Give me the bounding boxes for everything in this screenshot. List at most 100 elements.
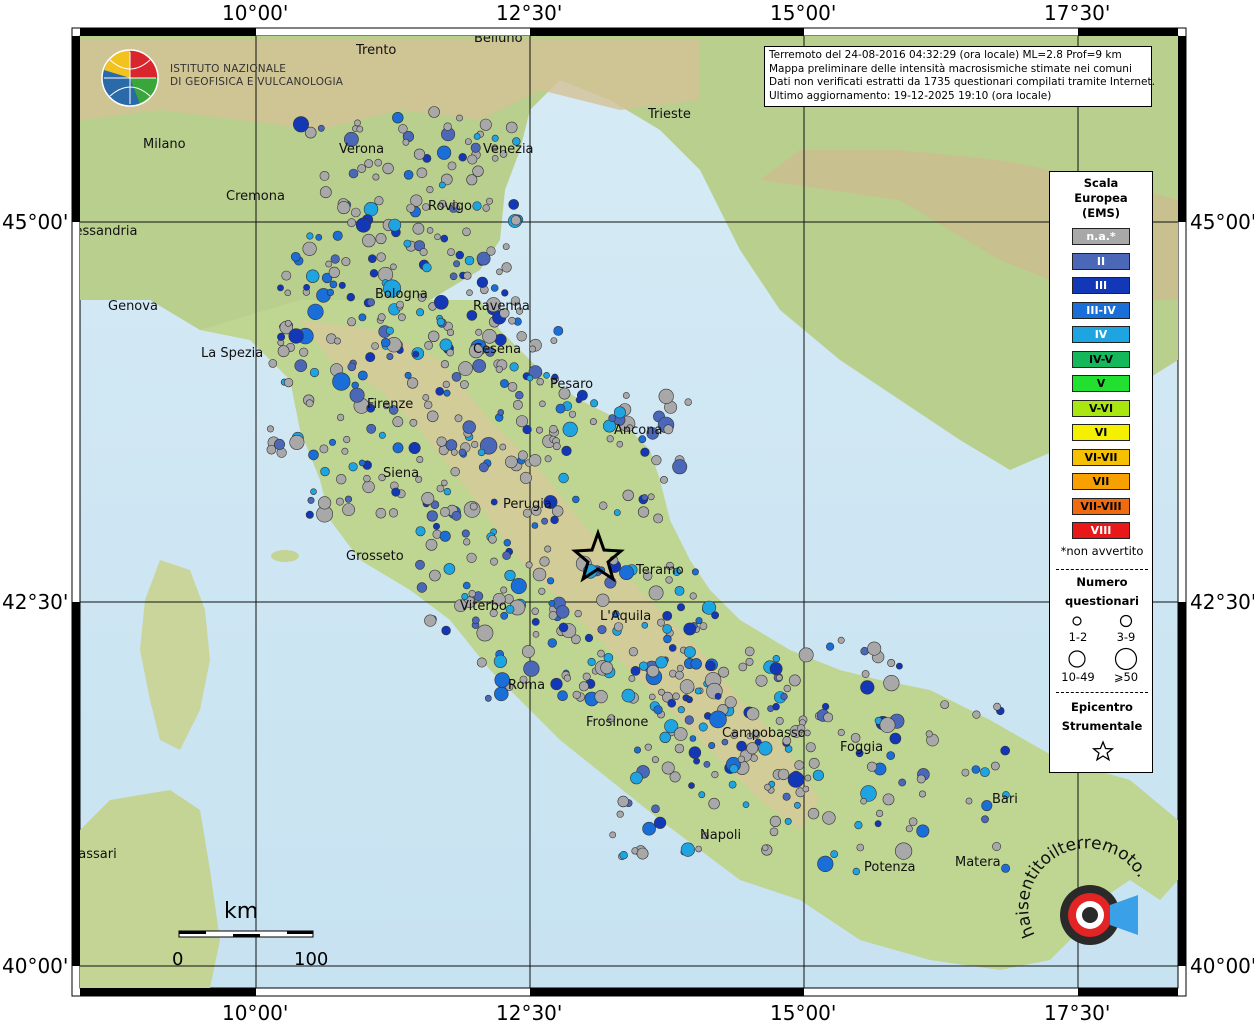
observation-dot [416,308,425,317]
observation-dot [821,702,830,711]
intensity-legend: Scala Europea (EMS) n.a.* II III III-IV IV IV… [1049,171,1153,773]
observation-dot [367,254,377,264]
observation-dot [424,340,433,350]
city-label: Trieste [647,107,691,122]
observation-dot [600,661,614,675]
observation-dot [656,618,665,627]
observation-dot [550,677,563,691]
size-label: 3-9 [1116,630,1136,644]
lat-label-left: 45°00' [2,210,68,234]
observation-dot [685,696,693,704]
observation-dot [641,494,649,501]
observation-dot [548,611,558,620]
city-label: Frosinone [586,715,648,730]
observation-dot [471,440,479,449]
observation-dot [476,657,487,668]
observation-dot [266,425,274,433]
observation-dot [364,159,374,168]
observation-dot [516,331,527,342]
observation-dot [485,197,493,205]
observation-dot [433,294,449,310]
observation-dot [889,732,902,745]
observation-dot [535,426,543,434]
observation-dot [333,337,341,345]
observation-dot [396,300,404,309]
observation-dot [451,371,462,382]
observation-dot [886,751,896,760]
observation-dot [471,616,480,625]
observation-dot [691,568,699,576]
observation-dot [309,367,320,378]
observation-dot [918,790,926,798]
observation-dot [376,252,386,262]
observation-dot [557,690,568,702]
observation-dot [746,707,760,721]
observation-dot [651,804,660,814]
observation-dot [646,664,660,678]
observation-dot [539,400,546,408]
observation-dot [458,448,467,457]
observation-dot [708,797,720,810]
observation-dot [319,170,330,181]
observation-dot [965,797,973,805]
observation-dot [458,361,473,376]
legend-swatch: IV-V [1072,350,1130,368]
observation-dot [896,662,903,670]
observation-dot [653,513,663,524]
observation-dot [582,672,591,681]
observation-dot [347,218,356,228]
observation-dot [972,710,981,719]
observation-dot [419,248,428,257]
observation-dot [860,680,875,695]
observation-dot [558,622,569,633]
observation-dot [510,215,522,226]
observation-dot [374,158,383,167]
observation-dot [628,675,636,682]
observation-dot [392,416,404,428]
observation-dot [347,317,357,327]
observation-dot [341,257,351,267]
observation-dot [382,162,394,175]
observation-dot [439,506,450,517]
elba [271,550,299,562]
observation-dot [479,118,492,131]
observation-dot [812,769,825,781]
observation-dot [469,502,478,511]
observation-dot [642,821,656,836]
observation-dot [472,359,487,373]
observation-dot [403,170,414,180]
observation-dot [619,850,628,860]
observation-dot [424,614,437,627]
observation-dot [375,233,387,245]
observation-dot [1000,745,1011,756]
observation-dot [738,662,748,672]
legend-swatch: III-IV [1072,301,1130,319]
observation-dot [406,203,416,213]
observation-dot [349,387,365,403]
city-label: Ravenna [473,299,530,314]
observation-dot [526,374,534,382]
observation-dot [695,845,702,853]
legend-title-line: Scala [1083,176,1119,190]
observation-dot [292,116,309,133]
observation-dot [409,418,418,427]
observation-dot [289,434,305,450]
observation-dot [337,413,345,422]
observation-dot [318,496,332,510]
observation-dot [277,332,286,341]
observation-dot [804,774,812,782]
observation-dot [307,496,315,504]
observation-dot [330,254,340,264]
observation-dot [412,350,420,358]
observation-dot [338,281,346,289]
observation-dot [277,284,284,292]
observation-dot [486,246,496,256]
observation-dot [633,746,641,754]
observation-dot [584,633,594,643]
observation-dot [755,674,768,687]
observation-dot [688,746,702,759]
observation-dot [358,459,366,467]
observation-dot [981,800,993,812]
observation-dot [453,260,461,268]
observation-dot [284,289,292,297]
